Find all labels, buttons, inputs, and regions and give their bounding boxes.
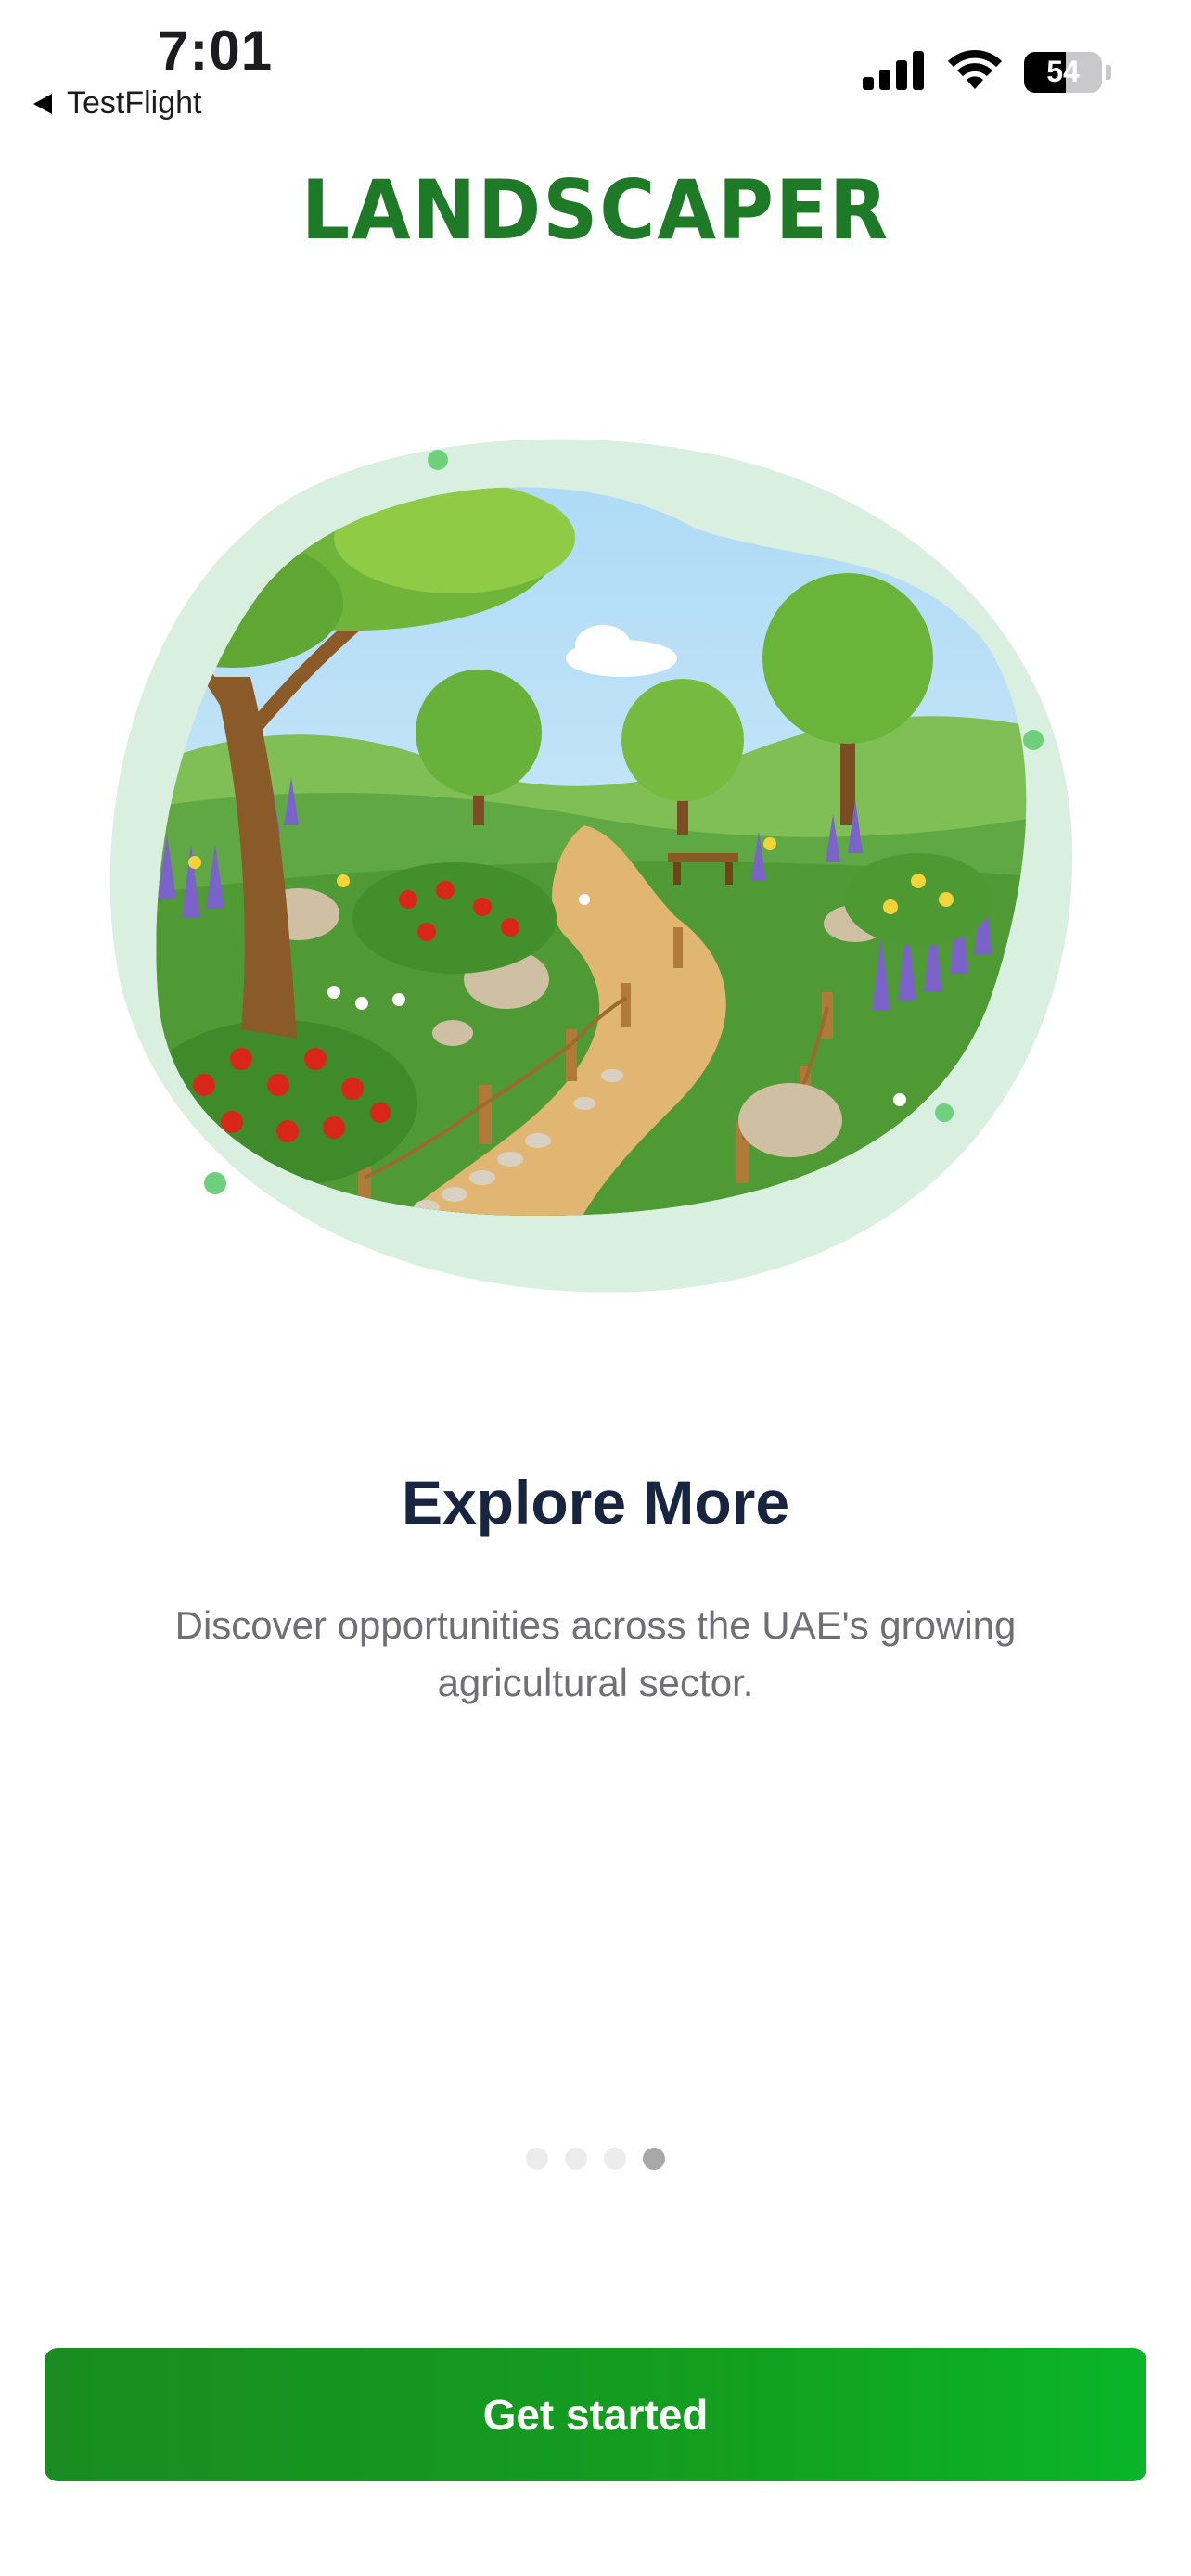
app-logo: LANDSCAPER (301, 163, 890, 259)
page-dot-4[interactable] (643, 2148, 665, 2170)
onboarding-description: Discover opportunities across the UAE's … (174, 1603, 1017, 1704)
wifi-icon (946, 48, 1004, 96)
page-dot-2[interactable] (565, 2148, 587, 2170)
back-to-testflight-link[interactable]: TestFlight (33, 85, 202, 121)
battery-level: 54 (1046, 55, 1080, 88)
get-started-button[interactable]: Get started (45, 2348, 1146, 2481)
back-arrow-icon (33, 93, 52, 114)
page-dot-3[interactable] (604, 2148, 626, 2170)
battery-icon: 54 (1024, 51, 1111, 93)
status-time: 7:01 (158, 19, 274, 82)
page-indicator[interactable] (0, 2148, 1191, 2170)
page-dot-1[interactable] (526, 2148, 548, 2170)
status-indicators: 54 (861, 48, 1111, 96)
garden-path-illustration (102, 399, 1089, 1307)
onboarding-title: Explore More (401, 1468, 790, 1537)
cellular-signal-icon (861, 49, 926, 95)
back-label: TestFlight (67, 85, 202, 121)
